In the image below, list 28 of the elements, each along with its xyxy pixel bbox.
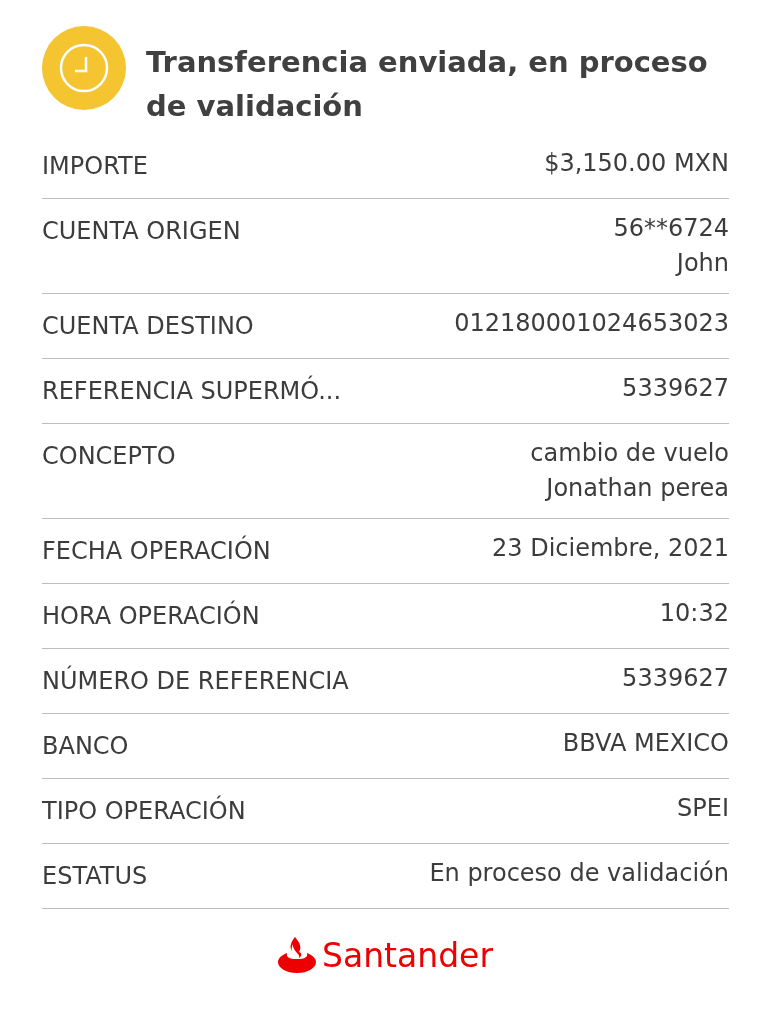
field-label: REFERENCIA SUPERMÓ... <box>42 374 342 407</box>
field-value: 56**6724 <box>613 213 729 244</box>
field-label: CONCEPTO <box>42 441 176 472</box>
field-value: BBVA MEXICO <box>562 728 729 759</box>
field-label: CUENTA ORIGEN <box>42 216 241 247</box>
field-label: BANCO <box>42 731 129 762</box>
field-value: Jonathan perea <box>546 473 729 504</box>
field-value: 5339627 <box>622 373 729 404</box>
field-label: HORA OPERACIÓN <box>42 599 260 632</box>
field-value: cambio de vuelo <box>530 438 729 469</box>
field-value: SPEI <box>677 793 729 824</box>
field-value: John <box>676 248 729 279</box>
flame-icon <box>278 937 316 973</box>
field-label: FECHA OPERACIÓN <box>42 534 271 567</box>
field-label: ESTATUS <box>42 861 148 892</box>
field-value: 012180001024653023 <box>454 308 729 339</box>
field-value: $3,150.00 MXN <box>544 148 729 179</box>
clock-icon <box>42 26 126 110</box>
brand-name: Santander <box>322 938 493 972</box>
field-value: 23 Diciembre, 2021 <box>492 533 729 564</box>
field-value: 10:32 <box>659 598 729 629</box>
field-label: CUENTA DESTINO <box>42 311 254 342</box>
field-label: IMPORTE <box>42 151 148 182</box>
field-label: NÚMERO DE REFERENCIA <box>42 664 349 697</box>
status-title: Transferencia enviada, en proceso de validación <box>146 44 709 125</box>
field-label: TIPO OPERACIÓN <box>42 794 246 827</box>
field-value: 5339627 <box>622 663 729 694</box>
field-value: En proceso de validación <box>429 858 729 889</box>
